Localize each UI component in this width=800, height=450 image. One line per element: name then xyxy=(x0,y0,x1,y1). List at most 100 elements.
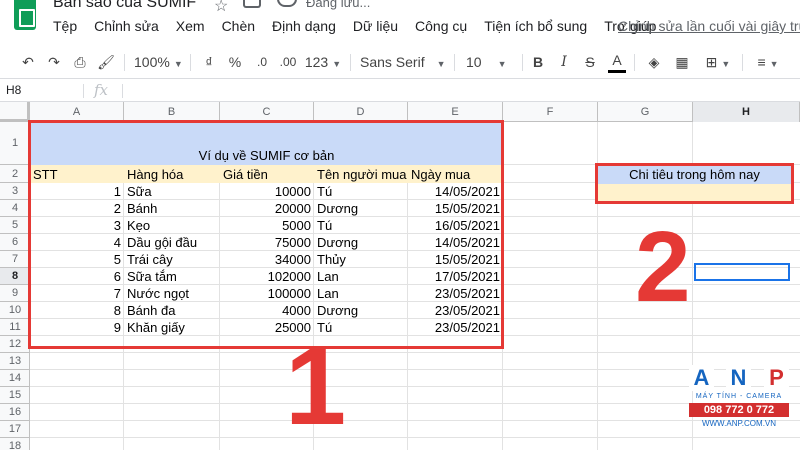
active-cell-selection[interactable] xyxy=(694,263,790,281)
toolbar-divider xyxy=(454,54,455,71)
watermark-letter-n: N xyxy=(726,365,751,391)
row-header-4[interactable]: 4 xyxy=(0,200,30,217)
anp-watermark-logo: A N P MÁY TÍNH - CAMERA 098 772 0 772 WW… xyxy=(689,365,789,437)
menu-format[interactable]: Định dạng xyxy=(272,18,336,38)
menu-bar: Tệp Chỉnh sửa Xem Chèn Định dạng Dữ liệu… xyxy=(53,18,656,38)
column-header-b[interactable]: B xyxy=(124,102,220,122)
strikethrough-button[interactable]: S xyxy=(582,51,598,73)
more-formats-select[interactable]: 123 ▼ xyxy=(303,51,343,73)
move-folder-icon[interactable] xyxy=(243,0,261,8)
menu-insert[interactable]: Chèn xyxy=(222,18,255,38)
more-formats-label: 123 xyxy=(304,54,329,70)
highlight-box-summary xyxy=(595,163,794,204)
watermark-tagline: MÁY TÍNH - CAMERA xyxy=(695,393,783,400)
font-size-select[interactable]: 10 ▼ xyxy=(466,51,516,73)
decrease-decimal-button[interactable]: .0 xyxy=(252,51,272,73)
column-header-g[interactable]: G xyxy=(598,102,693,122)
row-header-14[interactable]: 14 xyxy=(0,370,30,387)
chevron-down-icon: ▼ xyxy=(436,59,446,69)
font-size-value: 10 xyxy=(466,54,482,70)
row-header-11[interactable]: 11 xyxy=(0,319,30,336)
row-headers: 1 2 3 4 5 6 7 8 9 10 11 12 13 14 15 16 17 18 xyxy=(0,122,30,450)
column-header-h[interactable]: H xyxy=(693,102,800,122)
chevron-down-icon: ▼ xyxy=(332,59,342,69)
toolbar-divider xyxy=(350,54,351,71)
row-header-2[interactable]: 2 xyxy=(0,165,30,183)
row-header-10[interactable]: 10 xyxy=(0,302,30,319)
font-family-select[interactable]: Sans Serif ▼ xyxy=(360,51,446,73)
borders-icon[interactable]: ▦ xyxy=(672,51,692,73)
text-color-button[interactable]: A xyxy=(608,51,626,73)
print-icon[interactable]: ⎙ xyxy=(70,51,90,73)
bold-button[interactable]: B xyxy=(530,51,546,73)
star-icon[interactable]: ☆ xyxy=(214,0,228,16)
toolbar-divider xyxy=(742,54,743,71)
row-header-3[interactable]: 3 xyxy=(0,183,30,200)
formula-divider xyxy=(83,84,84,98)
column-header-c[interactable]: C xyxy=(220,102,314,122)
formula-divider xyxy=(122,84,123,98)
watermark-letter-p: P xyxy=(764,365,789,391)
app-header: Bản sao của SUMIF ☆ Đang lưu... Tệp Chỉn… xyxy=(0,0,800,40)
row-header-6[interactable]: 6 xyxy=(0,234,30,251)
merge-cells-icon[interactable]: ⊞ ▼ xyxy=(700,51,736,73)
annotation-marker-2: 2 xyxy=(635,211,691,323)
font-family-value: Sans Serif xyxy=(360,54,425,70)
menu-edit[interactable]: Chỉnh sửa xyxy=(94,18,159,38)
watermark-phone: 098 772 0 772 xyxy=(689,403,789,417)
paint-format-icon[interactable]: 🖌 xyxy=(96,51,116,73)
menu-addons[interactable]: Tiện ích bổ sung xyxy=(484,18,587,38)
gridline-horizontal xyxy=(30,420,800,421)
last-edit-link[interactable]: Chỉnh sửa lần cuối vài giây trước xyxy=(618,18,800,34)
percent-button[interactable]: % xyxy=(226,51,244,73)
column-header-f[interactable]: F xyxy=(503,102,598,122)
row-header-12[interactable]: 12 xyxy=(0,336,30,353)
annotation-marker-1: 1 xyxy=(285,325,347,448)
document-title[interactable]: Bản sao của SUMIF xyxy=(53,0,196,12)
row-header-1[interactable]: 1 xyxy=(0,122,30,165)
highlight-box-table xyxy=(28,120,504,349)
toolbar-divider xyxy=(634,54,635,71)
increase-decimal-button[interactable]: .00 xyxy=(276,51,300,73)
menu-data[interactable]: Dữ liệu xyxy=(353,18,398,38)
row-header-13[interactable]: 13 xyxy=(0,353,30,370)
zoom-select[interactable]: 100% ▼ xyxy=(134,51,183,73)
toolbar-divider xyxy=(190,54,191,71)
select-all-corner[interactable] xyxy=(0,102,30,122)
fill-color-icon[interactable]: ◈ xyxy=(644,51,664,73)
name-box[interactable]: H8 xyxy=(6,83,21,97)
column-header-a[interactable]: A xyxy=(30,102,124,122)
row-header-17[interactable]: 17 xyxy=(0,421,30,438)
function-icon: fx xyxy=(94,81,109,99)
watermark-letter-a: A xyxy=(689,365,714,391)
row-header-15[interactable]: 15 xyxy=(0,387,30,404)
row-header-18[interactable]: 18 xyxy=(0,438,30,450)
row-header-7[interactable]: 7 xyxy=(0,251,30,268)
zoom-value: 100% xyxy=(134,54,170,70)
column-header-e[interactable]: E xyxy=(408,102,503,122)
row-header-16[interactable]: 16 xyxy=(0,404,30,421)
toolbar: ↶ ↷ ⎙ 🖌 100% ▼ ₫ % .0 .00 123 ▼ Sans Serif… xyxy=(0,45,800,79)
gridline-horizontal xyxy=(30,369,800,370)
cell-area[interactable]: Ví dụ về SUMIF cơ bản STT Hàng hóa Giá tiề… xyxy=(28,120,800,450)
redo-icon[interactable]: ↷ xyxy=(44,51,64,73)
horizontal-align-icon[interactable]: ≡ ▼ xyxy=(750,51,786,73)
menu-file[interactable]: Tệp xyxy=(53,18,77,38)
column-header-d[interactable]: D xyxy=(314,102,408,122)
undo-icon[interactable]: ↶ xyxy=(18,51,38,73)
row-header-8[interactable]: 8 xyxy=(0,268,30,285)
menu-view[interactable]: Xem xyxy=(176,18,205,38)
toolbar-divider xyxy=(522,54,523,71)
italic-button[interactable]: I xyxy=(556,51,572,73)
row-header-9[interactable]: 9 xyxy=(0,285,30,302)
menu-tools[interactable]: Công cụ xyxy=(415,18,467,38)
gridline-horizontal xyxy=(30,437,800,438)
sheets-logo-icon[interactable] xyxy=(14,0,36,30)
toolbar-divider xyxy=(124,54,125,71)
row-header-5[interactable]: 5 xyxy=(0,217,30,234)
spreadsheet-grid: ABCDEFGH 1 2 3 4 5 6 7 8 9 10 11 12 13 14 15 16 17 18 Ví … xyxy=(0,102,800,450)
currency-button[interactable]: ₫ xyxy=(200,51,218,73)
cloud-status-icon xyxy=(277,0,297,7)
gridline-horizontal xyxy=(30,352,800,353)
gridline-horizontal xyxy=(30,386,800,387)
